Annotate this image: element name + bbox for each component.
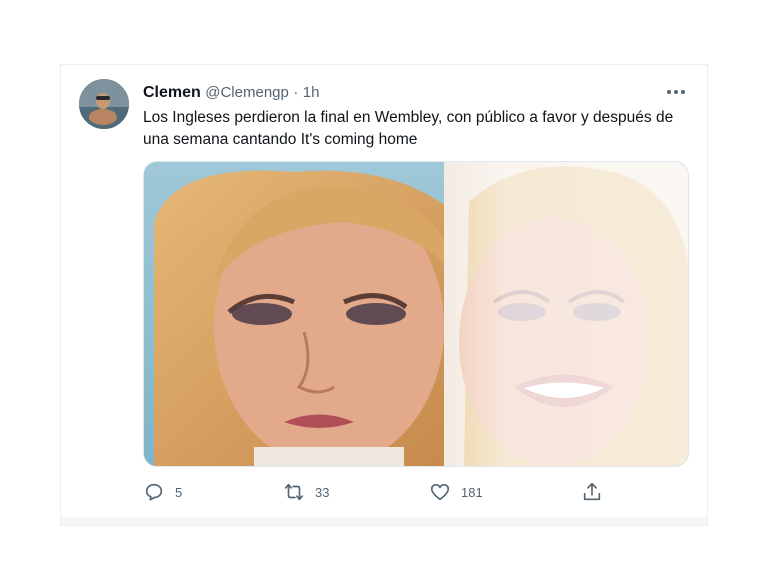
tweet-actions: 5 33 181 bbox=[143, 479, 689, 505]
like-button[interactable]: 181 bbox=[429, 479, 483, 505]
reply-button[interactable]: 5 bbox=[143, 479, 182, 505]
tweet-media[interactable] bbox=[143, 161, 689, 467]
retweet-button[interactable]: 33 bbox=[283, 479, 329, 505]
retweet-count: 33 bbox=[315, 484, 330, 500]
avatar-image bbox=[79, 79, 129, 129]
like-count: 181 bbox=[461, 484, 483, 500]
share-icon bbox=[583, 482, 601, 501]
card-bottom-divider bbox=[61, 517, 707, 525]
separator-dot: · bbox=[293, 84, 299, 101]
more-horizontal-icon bbox=[667, 90, 685, 94]
share-button[interactable] bbox=[581, 479, 603, 505]
more-options-button[interactable] bbox=[659, 79, 693, 105]
retweet-icon bbox=[284, 483, 304, 501]
author-name[interactable]: Clemen bbox=[143, 84, 201, 101]
tweet-text: Los Ingleses perdieron la final en Wembl… bbox=[143, 109, 674, 148]
tweet-timestamp[interactable]: 1h bbox=[303, 84, 320, 101]
heart-icon bbox=[430, 483, 450, 501]
tweet-header: Clemen @Clemengp · 1h bbox=[143, 83, 647, 103]
avatar[interactable] bbox=[79, 79, 129, 129]
tweet-card[interactable]: Clemen @Clemengp · 1h Los Ingleses perdi… bbox=[60, 64, 708, 526]
reply-icon bbox=[145, 483, 163, 501]
author-handle[interactable]: @Clemengp bbox=[205, 84, 289, 101]
meme-image bbox=[144, 162, 688, 466]
reply-count: 5 bbox=[175, 484, 183, 500]
